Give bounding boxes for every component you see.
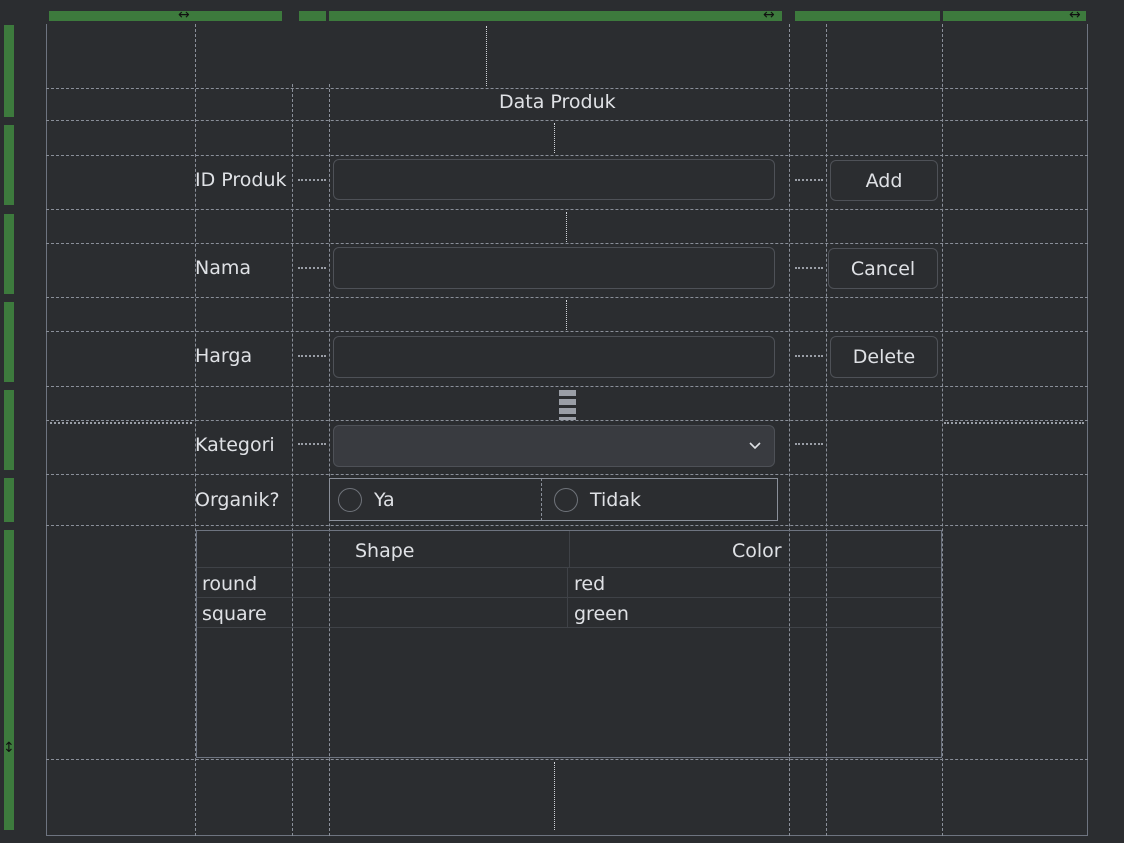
horizontal-spacer-icon — [50, 422, 192, 424]
id-produk-label: ID Produk — [195, 169, 287, 191]
column-indicator-3[interactable] — [329, 11, 782, 21]
column-header-shape[interactable]: Shape — [355, 540, 415, 562]
resize-horizontal-icon[interactable]: ↔ — [763, 7, 775, 23]
column-indicator-2[interactable] — [299, 11, 326, 21]
column-indicator-4[interactable] — [795, 11, 940, 21]
form-title: Data Produk — [499, 91, 616, 113]
nama-field[interactable] — [333, 247, 775, 289]
horizontal-spacer-icon — [795, 179, 823, 181]
row-indicator-7[interactable] — [4, 530, 14, 830]
row-indicator-1[interactable] — [4, 25, 14, 117]
chevron-down-icon — [749, 442, 761, 450]
harga-label: Harga — [195, 345, 253, 367]
table-cell[interactable]: red — [574, 573, 605, 595]
nama-label: Nama — [195, 257, 252, 279]
kategori-label: Kategori — [195, 434, 275, 456]
horizontal-spacer-icon — [795, 355, 823, 357]
horizontal-spacer-icon — [298, 355, 326, 357]
horizontal-spacer-icon — [298, 179, 326, 181]
vertical-spacer-icon — [559, 390, 576, 420]
column-indicator-5[interactable] — [943, 11, 1086, 21]
tidak-radio-label[interactable]: Tidak — [590, 489, 641, 511]
row-indicator-5[interactable] — [4, 390, 14, 470]
table-cell[interactable]: square — [202, 603, 267, 625]
data-table[interactable]: Shape Color round red square green — [196, 530, 942, 758]
horizontal-spacer-icon — [944, 422, 1084, 424]
row-indicator-3[interactable] — [4, 214, 14, 294]
horizontal-spacer-icon — [795, 443, 823, 445]
vertical-spacer-icon — [554, 123, 567, 153]
ya-radio-label[interactable]: Ya — [374, 489, 395, 511]
resize-horizontal-icon[interactable]: ↔ — [178, 7, 190, 23]
column-indicator-1[interactable] — [49, 11, 282, 21]
ya-radio[interactable] — [338, 488, 362, 512]
id-produk-field[interactable] — [333, 159, 775, 200]
resize-horizontal-icon[interactable]: ↔ — [1069, 7, 1081, 23]
table-row[interactable] — [197, 568, 941, 598]
organik-label: Organik? — [195, 489, 280, 511]
cancel-button[interactable]: Cancel — [828, 248, 938, 289]
table-row[interactable] — [197, 598, 941, 628]
kategori-dropdown[interactable] — [333, 425, 775, 467]
vertical-spacer-icon — [554, 762, 567, 830]
vertical-spacer-icon — [486, 26, 499, 86]
column-header-color[interactable]: Color — [732, 540, 782, 562]
vertical-spacer-icon — [566, 300, 579, 330]
row-indicator-4[interactable] — [4, 302, 14, 382]
row-indicator-2[interactable] — [4, 125, 14, 205]
table-cell[interactable]: round — [202, 573, 257, 595]
tidak-radio[interactable] — [554, 488, 578, 512]
table-cell[interactable]: green — [574, 603, 629, 625]
horizontal-spacer-icon — [298, 443, 326, 445]
row-indicator-6[interactable] — [4, 478, 14, 522]
delete-button[interactable]: Delete — [830, 336, 938, 378]
add-button[interactable]: Add — [830, 160, 938, 201]
resize-vertical-icon[interactable]: ↕ — [3, 740, 15, 756]
harga-field[interactable] — [333, 336, 775, 378]
horizontal-spacer-icon — [795, 267, 823, 269]
horizontal-spacer-icon — [298, 267, 326, 269]
vertical-spacer-icon — [566, 212, 579, 242]
